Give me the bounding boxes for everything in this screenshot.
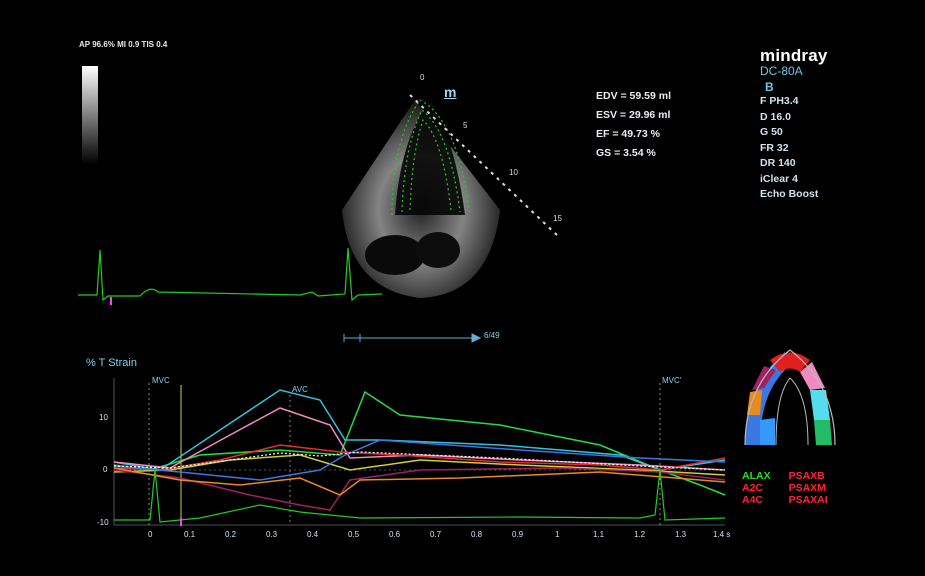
y-tick: 10	[99, 413, 108, 422]
x-tick: 1.2	[634, 530, 646, 539]
x-tick: 0.1	[184, 530, 196, 539]
segment-legend: ALAX A2C A4C PSAXB PSAXM PSAXAI	[742, 470, 828, 506]
event-label-mvc-prime: MVC'	[662, 376, 682, 385]
legend-psaxb: PSAXB	[788, 470, 825, 482]
curve-orange	[113, 467, 726, 496]
strain-curves	[113, 389, 726, 511]
depth-label: 0	[420, 73, 425, 82]
event-label-avc: AVC	[292, 385, 308, 394]
legend-a4c: A4C	[742, 494, 764, 506]
x-tick: 1.3	[675, 530, 687, 539]
y-tick: 0	[103, 465, 108, 474]
x-tick: 0.8	[471, 530, 483, 539]
x-tick: 0.9	[512, 530, 524, 539]
legend-alax: ALAX	[742, 470, 771, 482]
frame-counter: 6/49	[484, 331, 500, 340]
depth-label: 5	[463, 121, 468, 130]
x-tick: 0	[148, 530, 153, 539]
x-tick: 0.5	[348, 530, 360, 539]
frame-scrubber[interactable]	[343, 333, 482, 343]
ecg-trace-upper	[78, 247, 383, 302]
x-tick: 1.4 s	[713, 530, 731, 539]
event-label-mvc: MVC	[152, 376, 170, 385]
legend-psaxm: PSAXM	[788, 482, 826, 494]
strain-axis-title: % T Strain	[86, 357, 137, 369]
y-tick: -10	[97, 518, 109, 527]
depth-label: 10	[509, 168, 518, 177]
x-tick: 0.4	[307, 530, 319, 539]
depth-label: 15	[553, 214, 562, 223]
x-tick: 0.3	[266, 530, 278, 539]
x-tick: 0.2	[225, 530, 237, 539]
ultrasound-sector[interactable]	[342, 100, 500, 298]
x-tick: 1	[555, 530, 560, 539]
segment-diagram[interactable]	[744, 349, 836, 446]
ecg-trace-lower	[114, 469, 726, 523]
legend-psaxai: PSAXAI	[788, 494, 828, 506]
legend-a2c: A2C	[742, 482, 764, 494]
x-tick: 0.7	[430, 530, 442, 539]
x-tick: 0.6	[389, 530, 401, 539]
strain-plot-axes	[113, 378, 725, 526]
x-tick: 1.1	[593, 530, 605, 539]
